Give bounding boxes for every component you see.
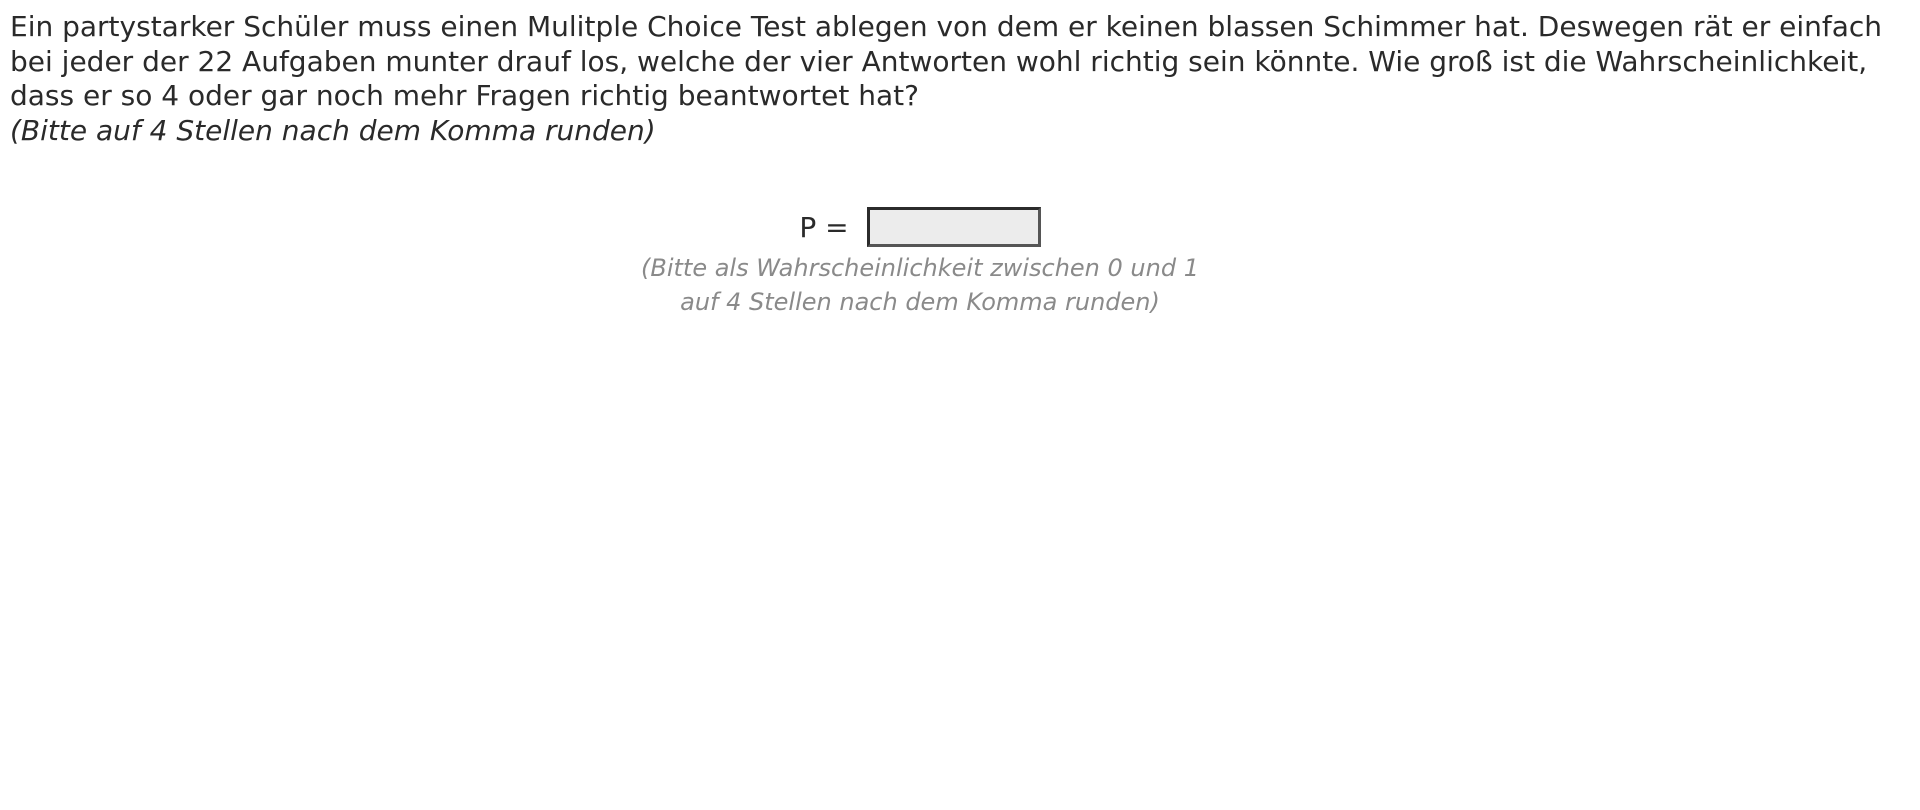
question-text: Ein partystarker Schüler muss einen Muli… xyxy=(10,10,1883,112)
answer-note-line-2: auf 4 Stellen nach dem Komma runden) xyxy=(680,288,1160,316)
rounding-hint: (Bitte auf 4 Stellen nach dem Komma rund… xyxy=(10,113,656,147)
answer-note: (Bitte als Wahrscheinlichkeit zwischen 0… xyxy=(0,251,1840,319)
answer-note-line-1: (Bitte als Wahrscheinlichkeit zwischen 0… xyxy=(641,254,1199,282)
question-block: Ein partystarker Schüler muss einen Muli… xyxy=(10,10,1890,148)
answer-label: P = xyxy=(799,210,849,244)
probability-input[interactable] xyxy=(866,207,1041,247)
answer-block: P = (Bitte als Wahrscheinlichkeit zwisch… xyxy=(0,205,1840,319)
answer-row: P = xyxy=(0,205,1840,249)
